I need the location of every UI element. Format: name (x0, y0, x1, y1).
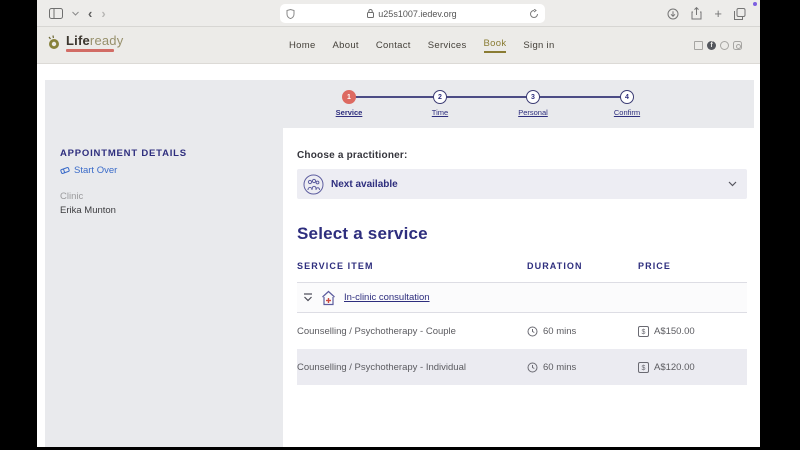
back-button[interactable]: ‹ (88, 7, 92, 20)
instagram-icon[interactable] (733, 41, 742, 50)
service-price: A$120.00 (654, 361, 695, 373)
nav-item-home[interactable]: Home (289, 40, 316, 51)
site-nav: Home About Contact Services Book Sign in (289, 27, 555, 64)
service-price: A$150.00 (654, 325, 695, 337)
step-label-service[interactable]: Service (309, 108, 389, 117)
nav-item-sign-in[interactable]: Sign in (523, 40, 554, 51)
logo-tagline (66, 49, 114, 52)
service-name: Counselling / Psychotherapy - Individual (297, 361, 466, 373)
page-body: 1 2 3 4 Service Time Personal Confirm AP… (37, 65, 760, 447)
letterbox-left (0, 0, 37, 450)
logo-bird-icon (46, 34, 62, 50)
step-circle-service[interactable]: 1 (342, 90, 356, 104)
service-panel: Choose a practitioner: Next available Se… (283, 128, 754, 447)
logo-wordmark: Lifeready (66, 33, 124, 48)
service-duration: 60 mins (543, 361, 577, 373)
category-link[interactable]: In-clinic consultation (344, 292, 430, 303)
tab-group-chevron-icon[interactable] (72, 11, 79, 16)
browser-window: ‹ › u25s1007.iedev.org + Lifeready Home … (37, 0, 760, 447)
service-row-individual[interactable]: Counselling / Psychotherapy - Individual… (297, 349, 747, 385)
reload-icon[interactable] (529, 8, 539, 19)
new-tab-button[interactable]: + (714, 7, 722, 20)
news-icon[interactable] (694, 41, 703, 50)
service-duration: 60 mins (543, 325, 577, 337)
forward-button[interactable]: › (101, 7, 105, 20)
col-service-item: SERVICE ITEM (297, 261, 374, 271)
nav-item-book[interactable]: Book (483, 38, 507, 53)
practitioners-badge-icon (303, 174, 324, 195)
start-over-link[interactable]: Start Over (60, 165, 117, 176)
step-circle-confirm[interactable]: 4 (620, 90, 634, 104)
url-text[interactable]: u25s1007.iedev.org (378, 9, 456, 19)
browser-toolbar: ‹ › u25s1007.iedev.org + (37, 0, 760, 27)
booking-widget: 1 2 3 4 Service Time Personal Confirm AP… (45, 80, 754, 447)
price-icon: $ (638, 325, 649, 337)
tab-overview-icon[interactable] (734, 7, 746, 20)
page-settings-icon[interactable] (286, 8, 295, 19)
lock-icon (367, 9, 375, 18)
eraser-icon (60, 166, 70, 175)
sidebar-toggle-icon[interactable] (49, 8, 63, 19)
clinic-value: Erika Munton (60, 205, 116, 216)
nav-item-contact[interactable]: Contact (376, 40, 411, 51)
share-icon[interactable] (691, 7, 702, 20)
step-label-confirm[interactable]: Confirm (587, 108, 667, 117)
service-row-couple[interactable]: Counselling / Psychotherapy - Couple 60 … (297, 313, 747, 349)
col-duration: DURATION (527, 261, 583, 271)
chevron-down-icon (728, 181, 737, 187)
stepper-connector (349, 96, 627, 98)
category-row-in-clinic[interactable]: In-clinic consultation (297, 282, 747, 313)
clinic-label: Clinic (60, 191, 84, 202)
recording-indicator-dot (753, 2, 757, 6)
collapse-chevron-icon[interactable] (303, 293, 313, 302)
nav-item-about[interactable]: About (333, 40, 359, 51)
clinic-house-icon (320, 290, 337, 306)
step-label-personal[interactable]: Personal (493, 108, 573, 117)
clock-icon (527, 362, 538, 373)
practitioner-value: Next available (331, 178, 398, 190)
practitioner-dropdown[interactable]: Next available (297, 169, 747, 199)
price-icon: $ (638, 361, 649, 373)
address-bar[interactable]: u25s1007.iedev.org (280, 4, 545, 23)
col-price: PRICE (638, 261, 672, 271)
service-name: Counselling / Psychotherapy - Couple (297, 325, 456, 337)
site-logo[interactable]: Lifeready (46, 34, 123, 52)
select-service-heading: Select a service (297, 224, 428, 243)
step-circle-personal[interactable]: 3 (526, 90, 540, 104)
clock-icon (527, 326, 538, 337)
downloads-icon[interactable] (667, 8, 679, 20)
letterbox-right (760, 0, 800, 450)
site-header: Lifeready Home About Contact Services Bo… (37, 27, 760, 64)
facebook-icon[interactable]: f (707, 41, 716, 50)
appointment-details-title: APPOINTMENT DETAILS (60, 148, 187, 159)
step-circle-time[interactable]: 2 (433, 90, 447, 104)
svg-text:$: $ (642, 365, 646, 372)
social-icons: f (694, 27, 742, 64)
step-label-time[interactable]: Time (400, 108, 480, 117)
nav-item-services[interactable]: Services (428, 40, 467, 51)
svg-text:$: $ (642, 329, 646, 336)
service-table-header: SERVICE ITEM DURATION PRICE (297, 261, 747, 271)
choose-practitioner-label: Choose a practitioner: (297, 150, 408, 161)
linkedin-icon[interactable] (720, 41, 729, 50)
